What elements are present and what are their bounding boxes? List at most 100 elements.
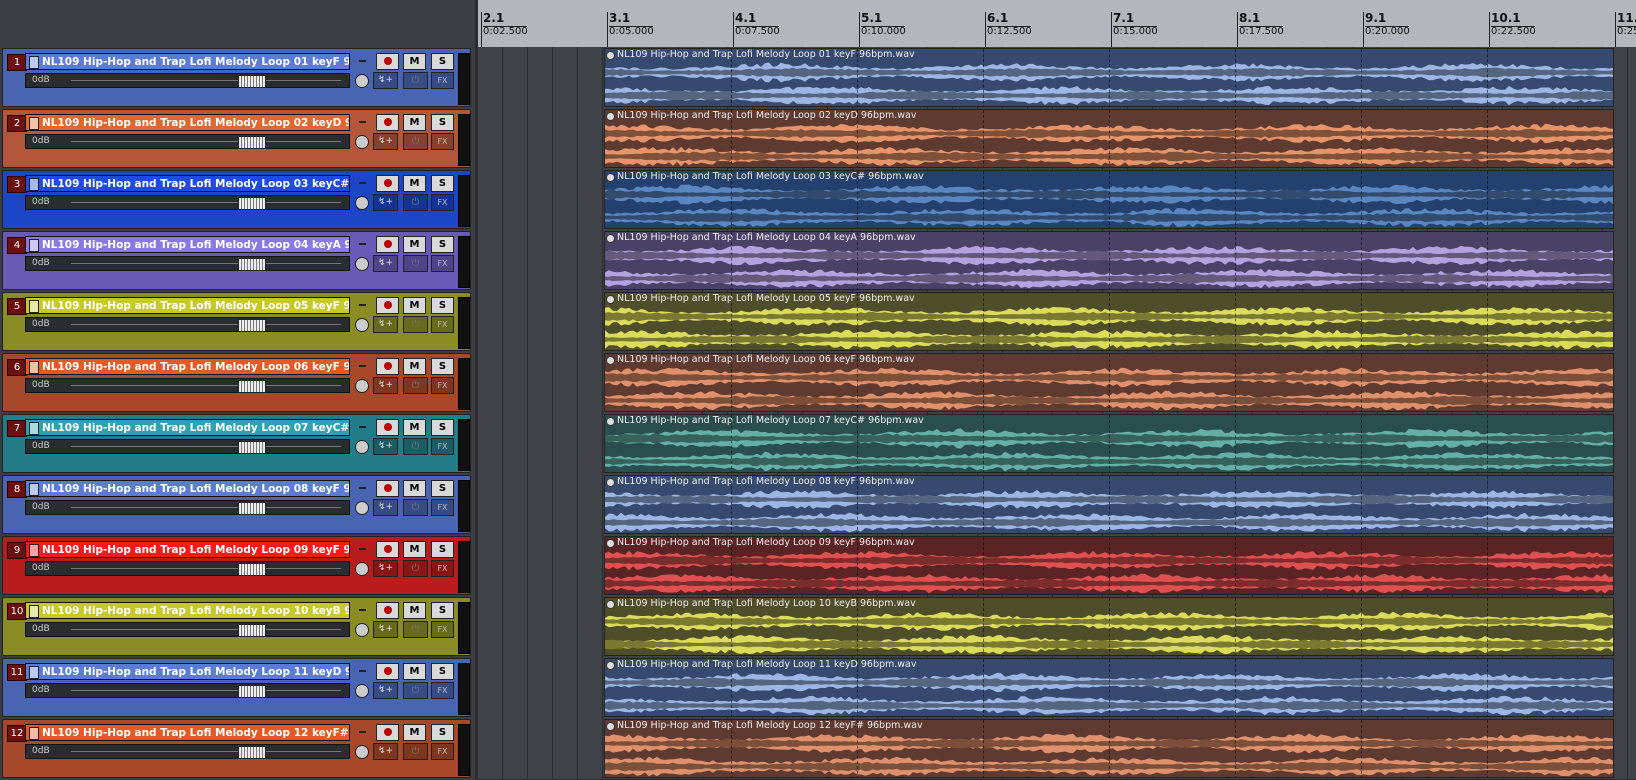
solo-button[interactable]: S: [431, 663, 454, 680]
collapse-icon[interactable]: [359, 548, 366, 550]
track-name-field[interactable]: NL109 Hip-Hop and Trap Lofi Melody Loop …: [25, 175, 350, 192]
volume-fader[interactable]: 0dB: [25, 622, 350, 637]
solo-button[interactable]: S: [431, 602, 454, 619]
volume-fader[interactable]: 0dB: [25, 134, 350, 149]
volume-fader[interactable]: 0dB: [25, 378, 350, 393]
mute-button[interactable]: M: [403, 602, 426, 619]
track-lane[interactable]: NL109 Hip-Hop and Trap Lofi Melody Loop …: [478, 596, 1636, 658]
collapse-icon[interactable]: [359, 304, 366, 306]
track-name-field[interactable]: NL109 Hip-Hop and Trap Lofi Melody Loop …: [25, 541, 350, 558]
mute-button[interactable]: M: [403, 175, 426, 192]
fader-handle[interactable]: [238, 197, 266, 210]
io-routing-button[interactable]: ↯+: [373, 438, 398, 455]
mute-button[interactable]: M: [403, 663, 426, 680]
track-name-field[interactable]: NL109 Hip-Hop and Trap Lofi Melody Loop …: [25, 480, 350, 497]
fader-handle[interactable]: [238, 319, 266, 332]
track-name-field[interactable]: NL109 Hip-Hop and Trap Lofi Melody Loop …: [25, 419, 350, 436]
solo-button[interactable]: S: [431, 724, 454, 741]
fx-button[interactable]: FX: [431, 621, 454, 638]
fx-bypass-button[interactable]: ⏻: [403, 560, 428, 577]
fader-handle[interactable]: [238, 258, 266, 271]
mute-button[interactable]: M: [403, 297, 426, 314]
fx-bypass-button[interactable]: ⏻: [403, 194, 428, 211]
pan-knob[interactable]: [355, 562, 369, 576]
solo-button[interactable]: S: [431, 236, 454, 253]
track-name-field[interactable]: NL109 Hip-Hop and Trap Lofi Melody Loop …: [25, 724, 350, 741]
record-arm-button[interactable]: [376, 114, 399, 131]
media-item[interactable]: NL109 Hip-Hop and Trap Lofi Melody Loop …: [604, 231, 1614, 290]
fx-bypass-button[interactable]: ⏻: [403, 621, 428, 638]
fx-bypass-button[interactable]: ⏻: [403, 72, 428, 89]
pan-knob[interactable]: [355, 318, 369, 332]
fx-button[interactable]: FX: [431, 438, 454, 455]
fx-bypass-button[interactable]: ⏻: [403, 255, 428, 272]
fader-handle[interactable]: [238, 685, 266, 698]
io-routing-button[interactable]: ↯+: [373, 133, 398, 150]
fx-button[interactable]: FX: [431, 255, 454, 272]
mute-button[interactable]: M: [403, 541, 426, 558]
fx-button[interactable]: FX: [431, 133, 454, 150]
mute-button[interactable]: M: [403, 480, 426, 497]
fx-button[interactable]: FX: [431, 72, 454, 89]
track-color-swatch[interactable]: [29, 544, 39, 557]
mute-button[interactable]: M: [403, 419, 426, 436]
collapse-icon[interactable]: [359, 365, 366, 367]
fader-handle[interactable]: [238, 563, 266, 576]
media-item[interactable]: NL109 Hip-Hop and Trap Lofi Melody Loop …: [604, 48, 1614, 107]
pan-knob[interactable]: [355, 684, 369, 698]
pan-knob[interactable]: [355, 257, 369, 271]
pan-knob[interactable]: [355, 74, 369, 88]
timeline-ruler[interactable]: 2.1 0:02.500 3.1 0:05.000 4.1 0:07.500 5.1 0:10…: [478, 0, 1636, 48]
collapse-icon[interactable]: [359, 487, 366, 489]
track-name-field[interactable]: NL109 Hip-Hop and Trap Lofi Melody Loop …: [25, 236, 350, 253]
record-arm-button[interactable]: [376, 297, 399, 314]
track-color-swatch[interactable]: [29, 361, 39, 374]
pan-knob[interactable]: [355, 196, 369, 210]
mute-button[interactable]: M: [403, 724, 426, 741]
mute-button[interactable]: M: [403, 236, 426, 253]
fader-handle[interactable]: [238, 746, 266, 759]
media-item[interactable]: NL109 Hip-Hop and Trap Lofi Melody Loop …: [604, 292, 1614, 351]
track-color-swatch[interactable]: [29, 239, 39, 252]
fader-handle[interactable]: [238, 136, 266, 149]
collapse-icon[interactable]: [359, 426, 366, 428]
record-arm-button[interactable]: [376, 175, 399, 192]
media-item[interactable]: NL109 Hip-Hop and Trap Lofi Melody Loop …: [604, 536, 1614, 595]
solo-button[interactable]: S: [431, 114, 454, 131]
mute-button[interactable]: M: [403, 114, 426, 131]
fx-button[interactable]: FX: [431, 377, 454, 394]
track-name-field[interactable]: NL109 Hip-Hop and Trap Lofi Melody Loop …: [25, 114, 350, 131]
media-item[interactable]: NL109 Hip-Hop and Trap Lofi Melody Loop …: [604, 414, 1614, 473]
track-color-swatch[interactable]: [29, 117, 39, 130]
track-control-panel[interactable]: 3 NL109 Hip-Hop and Trap Lofi Melody Loop…: [2, 170, 471, 229]
volume-fader[interactable]: 0dB: [25, 317, 350, 332]
fx-bypass-button[interactable]: ⏻: [403, 316, 428, 333]
fx-bypass-button[interactable]: ⏻: [403, 743, 428, 760]
media-item[interactable]: NL109 Hip-Hop and Trap Lofi Melody Loop …: [604, 170, 1614, 229]
io-routing-button[interactable]: ↯+: [373, 194, 398, 211]
fx-bypass-button[interactable]: ⏻: [403, 377, 428, 394]
track-color-swatch[interactable]: [29, 422, 39, 435]
fader-handle[interactable]: [238, 502, 266, 515]
track-color-swatch[interactable]: [29, 178, 39, 191]
fx-bypass-button[interactable]: ⏻: [403, 499, 428, 516]
io-routing-button[interactable]: ↯+: [373, 255, 398, 272]
media-item[interactable]: NL109 Hip-Hop and Trap Lofi Melody Loop …: [604, 475, 1614, 534]
track-lane[interactable]: NL109 Hip-Hop and Trap Lofi Melody Loop …: [478, 230, 1636, 292]
io-routing-button[interactable]: ↯+: [373, 72, 398, 89]
fader-handle[interactable]: [238, 624, 266, 637]
track-lane[interactable]: NL109 Hip-Hop and Trap Lofi Melody Loop …: [478, 47, 1636, 109]
fx-button[interactable]: FX: [431, 499, 454, 516]
io-routing-button[interactable]: ↯+: [373, 743, 398, 760]
track-name-field[interactable]: NL109 Hip-Hop and Trap Lofi Melody Loop …: [25, 602, 350, 619]
track-name-field[interactable]: NL109 Hip-Hop and Trap Lofi Melody Loop …: [25, 297, 350, 314]
fx-bypass-button[interactable]: ⏻: [403, 438, 428, 455]
track-lane[interactable]: NL109 Hip-Hop and Trap Lofi Melody Loop …: [478, 169, 1636, 231]
pan-knob[interactable]: [355, 379, 369, 393]
track-control-panel[interactable]: 11 NL109 Hip-Hop and Trap Lofi Melody Loo…: [2, 658, 471, 717]
volume-fader[interactable]: 0dB: [25, 500, 350, 515]
collapse-icon[interactable]: [359, 182, 366, 184]
pan-knob[interactable]: [355, 745, 369, 759]
track-color-swatch[interactable]: [29, 483, 39, 496]
volume-fader[interactable]: 0dB: [25, 195, 350, 210]
